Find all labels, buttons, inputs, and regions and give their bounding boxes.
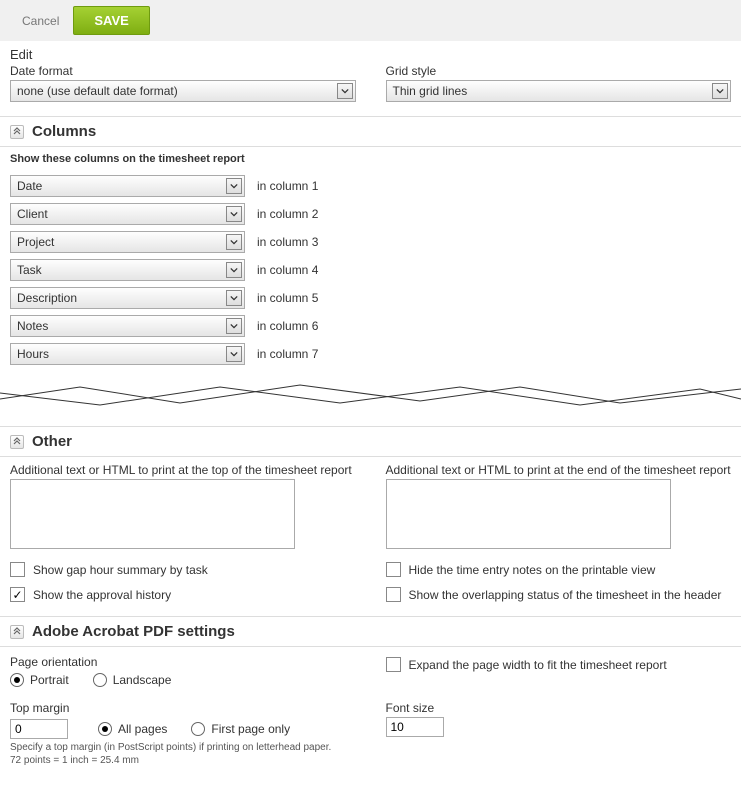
column-position-text: in column 3 (257, 235, 318, 249)
font-size-input[interactable] (386, 717, 444, 737)
cancel-link[interactable]: Cancel (22, 14, 59, 28)
landscape-label: Landscape (113, 673, 172, 687)
hide-notes-label: Hide the time entry notes on the printab… (409, 563, 656, 577)
date-format-value: none (use default date format) (17, 84, 178, 98)
column-position-text: in column 4 (257, 263, 318, 277)
portrait-radio[interactable] (10, 673, 24, 687)
column-select-6[interactable]: Notes (10, 315, 245, 337)
gap-label: Show gap hour summary by task (33, 563, 208, 577)
end-html-textarea[interactable] (386, 479, 671, 549)
content-break-icon (0, 381, 741, 409)
approval-label: Show the approval history (33, 588, 171, 602)
page-title: Edit (10, 47, 731, 62)
top-bar: Cancel SAVE (0, 0, 741, 41)
column-position-text: in column 6 (257, 319, 318, 333)
expand-label: Expand the page width to fit the timeshe… (409, 658, 667, 672)
chevron-down-icon (337, 83, 353, 99)
collapse-icon[interactable] (10, 435, 24, 449)
column-value: Notes (17, 319, 48, 333)
date-format-label: Date format (10, 64, 356, 78)
collapse-icon[interactable] (10, 125, 24, 139)
date-format-select[interactable]: none (use default date format) (10, 80, 356, 102)
orientation-label: Page orientation (10, 655, 356, 669)
first-page-radio[interactable] (191, 722, 205, 736)
column-row: Task in column 4 (10, 259, 731, 281)
font-size-label: Font size (386, 701, 732, 715)
gap-checkbox[interactable] (10, 562, 25, 577)
column-position-text: in column 2 (257, 207, 318, 221)
pdf-header: Adobe Acrobat PDF settings (0, 616, 741, 647)
top-margin-label: Top margin (10, 701, 356, 715)
chevron-down-icon (712, 83, 728, 99)
column-position-text: in column 1 (257, 179, 318, 193)
approval-checkbox[interactable] (10, 587, 25, 602)
column-row: Hours in column 7 (10, 343, 731, 365)
chevron-down-icon (226, 290, 242, 306)
column-select-3[interactable]: Project (10, 231, 245, 253)
columns-title: Columns (32, 123, 96, 140)
pdf-title: Adobe Acrobat PDF settings (32, 623, 235, 640)
chevron-down-icon (226, 318, 242, 334)
chevron-down-icon (226, 262, 242, 278)
grid-style-label: Grid style (386, 64, 732, 78)
column-value: Project (17, 235, 54, 249)
expand-checkbox[interactable] (386, 657, 401, 672)
collapse-icon[interactable] (10, 625, 24, 639)
margin-hint: Specify a top margin (in PostScript poin… (10, 741, 356, 767)
first-page-label: First page only (211, 722, 290, 736)
other-header: Other (0, 426, 741, 457)
save-button[interactable]: SAVE (73, 6, 149, 35)
column-select-2[interactable]: Client (10, 203, 245, 225)
column-row: Notes in column 6 (10, 315, 731, 337)
columns-header: Columns (0, 116, 741, 147)
landscape-radio[interactable] (93, 673, 107, 687)
column-position-text: in column 5 (257, 291, 318, 305)
chevron-down-icon (226, 178, 242, 194)
column-row: Project in column 3 (10, 231, 731, 253)
chevron-down-icon (226, 346, 242, 362)
end-html-label: Additional text or HTML to print at the … (386, 463, 732, 477)
column-value: Task (17, 263, 42, 277)
column-value: Hours (17, 347, 49, 361)
all-pages-radio[interactable] (98, 722, 112, 736)
column-row: Date in column 1 (10, 175, 731, 197)
all-pages-label: All pages (118, 722, 167, 736)
column-position-text: in column 7 (257, 347, 318, 361)
grid-style-select[interactable]: Thin grid lines (386, 80, 732, 102)
column-row: Description in column 5 (10, 287, 731, 309)
top-html-textarea[interactable] (10, 479, 295, 549)
overlap-checkbox[interactable] (386, 587, 401, 602)
chevron-down-icon (226, 206, 242, 222)
other-title: Other (32, 433, 72, 450)
column-value: Date (17, 179, 42, 193)
top-html-label: Additional text or HTML to print at the … (10, 463, 356, 477)
columns-help: Show these columns on the timesheet repo… (10, 153, 731, 165)
grid-style-value: Thin grid lines (393, 84, 468, 98)
portrait-label: Portrait (30, 673, 69, 687)
column-value: Client (17, 207, 48, 221)
chevron-down-icon (226, 234, 242, 250)
column-select-4[interactable]: Task (10, 259, 245, 281)
overlap-label: Show the overlapping status of the times… (409, 588, 722, 602)
column-select-1[interactable]: Date (10, 175, 245, 197)
column-select-7[interactable]: Hours (10, 343, 245, 365)
column-value: Description (17, 291, 77, 305)
hide-notes-checkbox[interactable] (386, 562, 401, 577)
column-select-5[interactable]: Description (10, 287, 245, 309)
column-row: Client in column 2 (10, 203, 731, 225)
top-margin-input[interactable] (10, 719, 68, 739)
